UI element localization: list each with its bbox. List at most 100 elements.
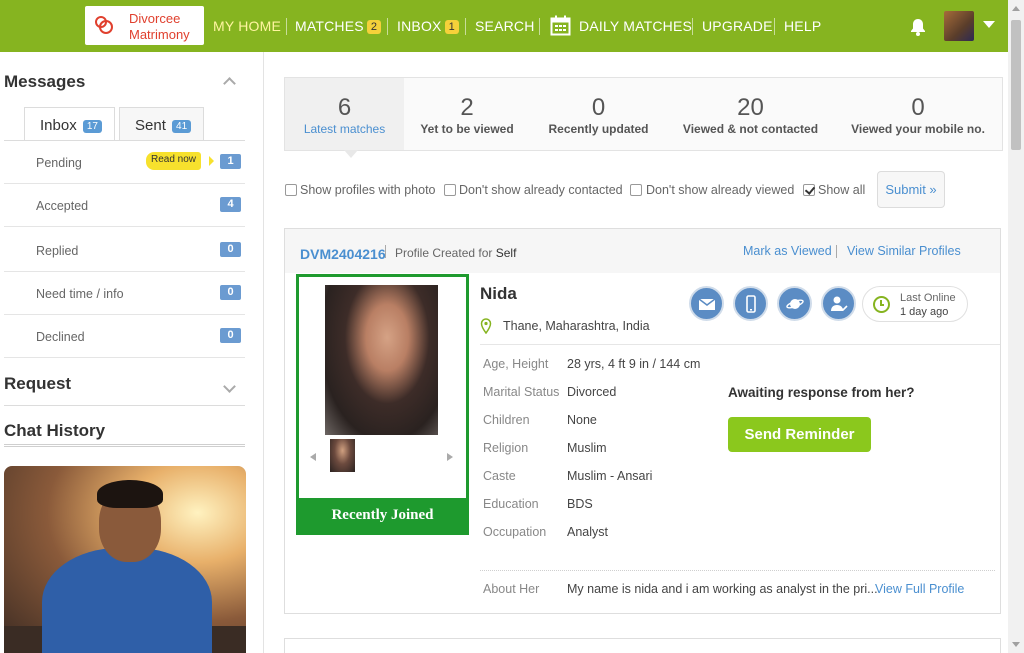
logo-text-line2: Matrimony	[129, 27, 190, 42]
scroll-up-arrow-icon[interactable]	[1012, 6, 1020, 11]
filter-label-with-photo[interactable]: Show profiles with photo	[300, 183, 436, 197]
section-divider	[4, 444, 245, 447]
about-her-label: About Her	[483, 582, 540, 596]
nav-matches-count: 2	[366, 20, 382, 34]
profile-created-for: Profile Created for Self	[395, 246, 516, 260]
nav-help[interactable]: HELP	[784, 18, 821, 34]
logo-rings-icon	[95, 16, 113, 34]
tab-inbox-label: Inbox	[40, 117, 77, 134]
profile-name[interactable]: Nida	[480, 284, 517, 304]
nav-separator	[774, 18, 775, 35]
user-avatar[interactable]	[944, 11, 974, 41]
nav-separator	[692, 18, 693, 35]
chevron-down-icon[interactable]	[223, 380, 236, 393]
promo-banner-image[interactable]	[4, 466, 246, 653]
send-reminder-button[interactable]: Send Reminder	[728, 417, 871, 452]
mobile-icon-glyph	[746, 295, 756, 313]
detail-value: Analyst	[567, 525, 608, 539]
stat-latest-matches[interactable]: 6 Latest matches	[285, 78, 404, 150]
nav-daily-matches[interactable]: DAILY MATCHES	[579, 18, 692, 34]
checkbox-not-contacted[interactable]	[444, 184, 456, 196]
scroll-thumb[interactable]	[1011, 20, 1021, 150]
tab-sent[interactable]: Sent 41	[119, 107, 204, 141]
detail-value: None	[567, 413, 597, 427]
detail-label: Marital Status	[483, 385, 560, 399]
nav-my-home[interactable]: MY HOME	[213, 18, 281, 34]
view-similar-profiles-link[interactable]: View Similar Profiles	[847, 244, 961, 258]
tab-inbox[interactable]: Inbox 17	[24, 107, 115, 141]
photo-next-arrow-icon[interactable]	[447, 453, 453, 461]
photo-prev-arrow-icon[interactable]	[310, 453, 316, 461]
stat-viewed-not-contacted[interactable]: 20 Viewed & not contacted	[667, 78, 834, 150]
detail-label: Age, Height	[483, 357, 549, 371]
verified-user-icon-glyph	[831, 296, 848, 312]
message-row-count: 0	[220, 328, 241, 343]
promo-person-hair	[97, 480, 163, 508]
nav-upgrade[interactable]: UPGRADE	[702, 18, 773, 34]
profile-divider	[480, 344, 1000, 345]
submit-button[interactable]: Submit »	[877, 171, 945, 208]
stat-label: Viewed your mobile no.	[851, 122, 985, 136]
mobile-icon[interactable]	[733, 286, 768, 321]
planet-icon[interactable]	[777, 286, 812, 321]
request-title[interactable]: Request	[4, 374, 71, 394]
profile-id[interactable]: DVM2404216	[300, 246, 386, 262]
message-row-label: Declined	[36, 330, 85, 344]
header-separator	[385, 245, 386, 258]
recently-joined-badge: Recently Joined	[299, 498, 466, 532]
stat-number: 0	[911, 94, 925, 121]
last-online-value: 1 day ago	[900, 306, 949, 318]
scroll-down-arrow-icon[interactable]	[1012, 642, 1020, 647]
detail-value: Muslim - Ansari	[567, 469, 653, 483]
nav-separator	[387, 18, 388, 35]
read-now-tag[interactable]: Read now	[146, 152, 202, 170]
profile-created-prefix: Profile Created for	[395, 246, 493, 260]
view-full-profile-link[interactable]: View Full Profile	[875, 582, 964, 596]
stat-yet-to-be-viewed[interactable]: 2 Yet to be viewed	[404, 78, 530, 150]
message-row-replied[interactable]: Replied 0	[4, 229, 245, 272]
verified-user-icon[interactable]	[821, 286, 856, 321]
filter-label-not-contacted[interactable]: Don't show already contacted	[459, 183, 623, 197]
profile-photo[interactable]	[325, 285, 438, 435]
page-scrollbar[interactable]	[1008, 0, 1024, 653]
nav-matches[interactable]: MATCHES 2	[295, 18, 382, 34]
stat-label: Viewed & not contacted	[682, 122, 819, 136]
stat-viewed-mobile[interactable]: 0 Viewed your mobile no.	[834, 78, 1002, 150]
stats-strip: 6 Latest matches 2 Yet to be viewed 0 Re…	[284, 77, 1003, 151]
profile-photo-frame: Recently Joined	[296, 274, 469, 535]
message-row-declined[interactable]: Declined 0	[4, 315, 245, 358]
chat-history-title[interactable]: Chat History	[4, 421, 105, 441]
photo-thumbnail[interactable]	[330, 439, 355, 472]
profile-created-value: Self	[495, 246, 517, 260]
bell-icon[interactable]	[909, 18, 927, 36]
caret-down-icon[interactable]	[983, 21, 995, 28]
message-row-label: Accepted	[36, 199, 89, 213]
message-row-pending[interactable]: Pending Read now 1	[4, 141, 245, 184]
detail-value: BDS	[567, 497, 593, 511]
chevron-up-icon[interactable]	[223, 77, 236, 90]
header-separator	[836, 245, 837, 258]
mark-as-viewed-link[interactable]: Mark as Viewed	[743, 244, 832, 258]
stat-recently-updated[interactable]: 0 Recently updated	[530, 78, 667, 150]
nav-search[interactable]: SEARCH	[475, 18, 535, 34]
profile-card: DVM2404216 Profile Created for Self Mark…	[284, 228, 1001, 614]
tab-inbox-count: 17	[82, 120, 102, 133]
message-row-need-time[interactable]: Need time / info 0	[4, 272, 245, 315]
promo-person-body	[42, 548, 212, 653]
message-row-label: Need time / info	[36, 287, 124, 301]
brand-logo[interactable]: Divorcee Matrimony	[85, 6, 204, 45]
mail-icon[interactable]	[689, 286, 724, 321]
planet-icon-glyph	[786, 299, 804, 309]
checkbox-not-viewed[interactable]	[630, 184, 642, 196]
message-row-accepted[interactable]: Accepted 4	[4, 184, 245, 227]
checkbox-with-photo[interactable]	[285, 184, 297, 196]
next-profile-card	[284, 638, 1001, 653]
detail-label: Education	[483, 497, 539, 511]
nav-inbox-count: 1	[444, 20, 459, 34]
detail-value: Divorced	[567, 385, 617, 399]
filter-label-show-all[interactable]: Show all	[818, 183, 865, 197]
nav-inbox[interactable]: INBOX 1	[397, 18, 459, 34]
last-online-pill: Last Online 1 day ago	[862, 286, 968, 322]
filter-label-not-viewed[interactable]: Don't show already viewed	[646, 183, 794, 197]
checkbox-show-all[interactable]	[803, 184, 815, 196]
